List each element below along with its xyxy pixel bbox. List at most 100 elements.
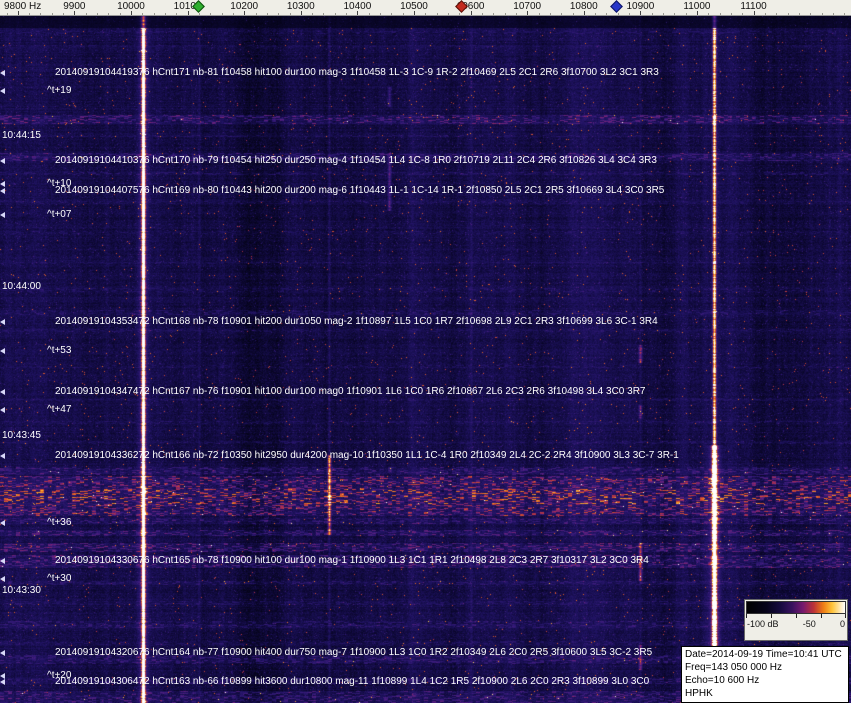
freq-minor-tick [663,13,664,15]
freq-tick [131,11,132,15]
legend-mid-label: -50 [802,619,816,629]
freq-minor-tick [651,13,653,15]
freq-minor-tick [312,13,314,15]
event-edge-tick [0,407,5,413]
event-edge-tick [0,319,5,325]
freq-minor-tick [380,13,381,15]
event-edge-tick [0,158,5,164]
freq-minor-tick [459,13,461,15]
freq-minor-tick [391,13,393,15]
intensity-legend: -100 dB -50 0 [744,599,848,641]
freq-minor-tick [606,13,608,15]
freq-minor-tick [787,13,789,15]
freq-minor-tick [176,13,178,15]
freq-minor-tick [232,13,234,15]
freq-minor-tick [629,13,631,15]
info-frequency: Freq=143 050 000 Hz [685,662,783,673]
freq-minor-tick [764,13,766,15]
freq-minor-tick [447,13,449,15]
freq-minor-tick [572,13,574,15]
freq-minor-tick [346,13,348,15]
freq-minor-tick [6,13,8,15]
detection-time-mark: ^t+47 [47,404,72,415]
freq-minor-tick [798,13,800,15]
freq-minor-tick [685,13,687,15]
freq-minor-tick [538,13,540,15]
detection-log-text: 20140919104353472 hCnt168 nb-78 f10901 h… [55,316,658,327]
freq-tick [188,11,189,15]
event-edge-tick [0,520,5,526]
spectrogram-app-window: 9800 Hz 9900 10000 10100 10200 10300 10400 1050… [0,0,851,703]
legend-tick-marks [746,614,846,619]
time-axis-label: 10:43:30 [2,585,41,596]
event-edge-tick [0,453,5,459]
event-edge-tick [0,679,5,685]
freq-tick [414,11,415,15]
freq-minor-tick [85,13,87,15]
freq-minor-tick [221,13,223,15]
freq-tick [244,11,245,15]
info-station-code: HPHK [685,688,713,699]
event-edge-tick [0,88,5,94]
info-date-time: Date=2014-09-19 Time=10:41 UTC [685,649,842,660]
freq-minor-tick [368,13,370,15]
freq-minor-tick [549,13,551,15]
detection-time-mark: ^t+19 [47,85,72,96]
legend-min-label: -100 dB [747,619,779,629]
freq-tick [584,11,585,15]
event-edge-tick [0,181,5,187]
freq-minor-tick [164,13,166,15]
freq-minor-tick [153,13,155,15]
freq-minor-tick [119,13,121,15]
time-axis-label: 10:43:45 [2,430,41,441]
status-info-box: Date=2014-09-19 Time=10:41 UTC Freq=143 … [681,646,849,703]
freq-minor-tick [210,13,212,15]
freq-minor-tick [63,13,65,15]
detection-log-text: 20140919104336272 hCnt166 nb-72 f10350 h… [55,450,679,461]
freq-tick [18,11,19,15]
freq-minor-tick [742,13,744,15]
detection-log-text: 20140919104410376 hCnt170 nb-79 f10454 h… [55,155,657,166]
freq-tick [754,11,755,15]
freq-minor-tick [832,13,834,15]
detection-log-text: 20140919104419376 hCnt171 nb-81 f10458 h… [55,67,659,78]
freq-tick [527,11,528,15]
freq-minor-tick [289,13,291,15]
freq-minor-tick [198,13,200,15]
event-edge-tick [0,348,5,354]
freq-minor-tick [504,13,506,15]
marker-diamond-blue[interactable] [610,0,623,13]
freq-minor-tick [142,13,144,15]
detection-log-text: 20140919104330676 hCnt165 nb-78 f10900 h… [55,555,649,566]
frequency-scale: 9800 Hz 9900 10000 10100 10200 10300 10400 1050… [0,0,851,16]
event-edge-tick [0,576,5,582]
event-edge-tick [0,188,5,194]
freq-minor-tick [595,13,597,15]
detection-time-mark: ^t+53 [47,345,72,356]
legend-max-label: 0 [839,619,845,629]
freq-tick [357,11,358,15]
freq-minor-tick [515,13,517,15]
freq-minor-tick [108,13,110,15]
event-edge-tick [0,650,5,656]
freq-minor-tick [40,13,42,15]
freq-minor-tick [51,13,53,15]
detection-time-mark: ^t+30 [47,573,72,584]
detection-time-mark: ^t+36 [47,517,72,528]
freq-minor-tick [730,13,732,15]
freq-minor-tick [617,13,619,15]
freq-tick-label: 9800 Hz [4,1,42,12]
freq-tick [471,11,472,15]
freq-minor-tick [674,13,676,15]
waterfall-area: 10:44:15 10:44:00 10:43:45 10:43:30 20140919… [0,15,851,703]
colormap-gradient-bar [746,601,846,614]
detection-log-text: 20140919104347472 hCnt167 nb-76 f10901 h… [55,386,646,397]
freq-tick [640,11,641,15]
freq-minor-tick [436,13,438,15]
time-axis-label: 10:44:00 [2,281,41,292]
event-edge-tick [0,70,5,76]
event-edge-tick [0,212,5,218]
time-axis-label: 10:44:15 [2,130,41,141]
freq-minor-tick [844,13,846,15]
freq-tick [301,11,302,15]
